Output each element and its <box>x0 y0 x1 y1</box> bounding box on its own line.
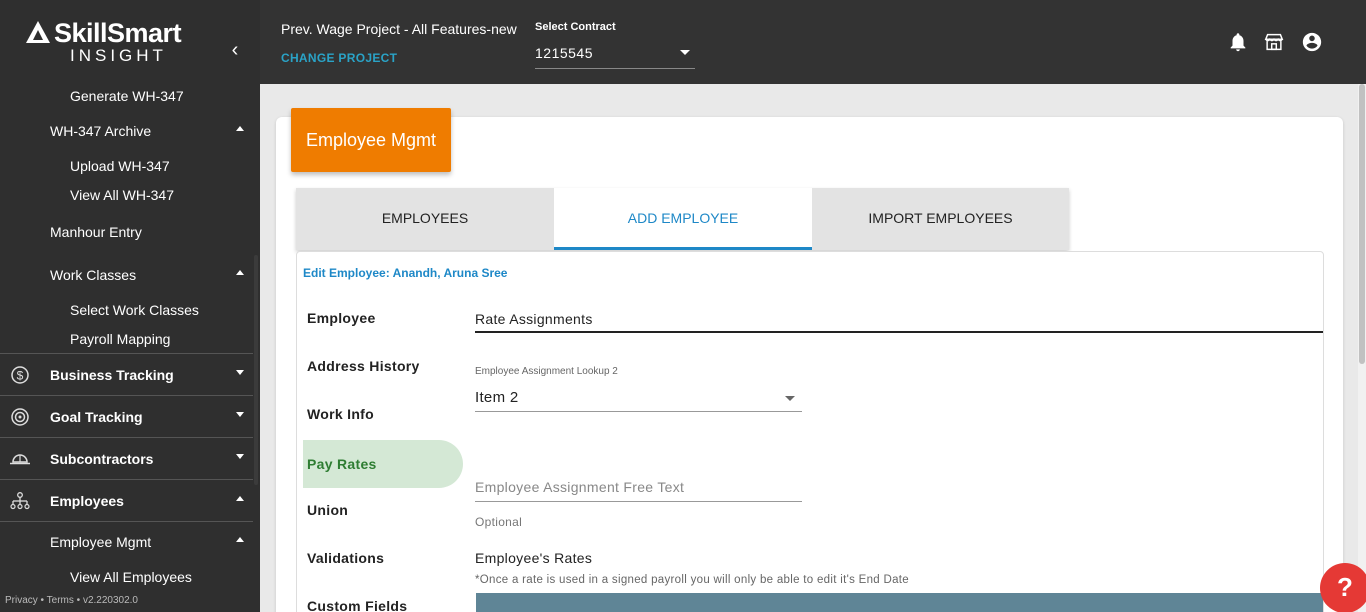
sidebar-item-label: Generate WH-347 <box>70 88 184 104</box>
store-icon[interactable] <box>1263 31 1285 53</box>
section-title: Rate Assignments <box>475 311 1323 333</box>
page-title-badge: Employee Mgmt <box>291 108 451 172</box>
chevron-up-icon <box>236 496 244 501</box>
sidebar-item-label: Work Classes <box>50 267 137 283</box>
rates-title: Employee's Rates <box>475 550 593 566</box>
free-text-helper: Optional <box>475 515 523 529</box>
chevron-down-icon <box>236 370 244 375</box>
account-icon[interactable] <box>1301 31 1323 53</box>
target-icon <box>11 408 29 426</box>
section-nav-employee[interactable]: Employee <box>303 294 463 342</box>
chevron-down-icon <box>680 50 690 55</box>
project-name: Prev. Wage Project - All Features-new <box>281 21 517 37</box>
sidebar: SkillSmart INSIGHT ‹ Generate WH-347 WH-… <box>0 0 260 612</box>
rates-table-header <box>476 593 1323 612</box>
change-project-link[interactable]: CHANGE PROJECT <box>281 51 397 65</box>
chevron-down-icon <box>236 412 244 417</box>
dollar-circle-icon: $ <box>11 366 29 384</box>
section-nav-union[interactable]: Union <box>303 486 463 534</box>
lookup-value: Item 2 <box>475 389 519 406</box>
section-nav-work-info[interactable]: Work Info <box>303 390 463 438</box>
collapse-sidebar-icon[interactable]: ‹ <box>226 38 244 62</box>
sidebar-item-label: Subcontractors <box>50 451 154 467</box>
assignment-free-text-input[interactable] <box>475 472 802 502</box>
logo-brand: SkillSmart <box>54 18 182 48</box>
divider <box>0 437 253 438</box>
main-scrollbar[interactable] <box>1358 84 1366 612</box>
svg-text:$: $ <box>17 369 24 383</box>
sidebar-item-label: Upload WH-347 <box>70 158 170 174</box>
sidebar-item-label: Goal Tracking <box>50 409 143 425</box>
divider <box>0 395 253 396</box>
sidebar-item-label: Employee Mgmt <box>50 534 152 550</box>
contract-label: Select Contract <box>535 21 616 33</box>
bell-icon[interactable] <box>1227 31 1249 53</box>
sidebar-scrollbar[interactable] <box>254 255 258 485</box>
tab-bar: EMPLOYEES ADD EMPLOYEE IMPORT EMPLOYEES <box>296 188 1069 250</box>
chevron-up-icon <box>236 126 244 131</box>
sidebar-item-label: WH-347 Archive <box>50 123 152 139</box>
sidebar-item-label: View All Employees <box>70 569 192 585</box>
divider <box>0 479 253 480</box>
section-nav-pay-rates[interactable]: Pay Rates <box>303 440 463 488</box>
chevron-up-icon <box>236 537 244 542</box>
tab-employees[interactable]: EMPLOYEES <box>296 188 554 250</box>
header: Prev. Wage Project - All Features-new CH… <box>260 0 1366 84</box>
rates-note: *Once a rate is used in a signed payroll… <box>475 574 909 586</box>
assignment-lookup-select[interactable]: Item 2 <box>475 385 802 412</box>
sidebar-item-label: Payroll Mapping <box>70 331 171 347</box>
sidebar-footer[interactable]: Privacy • Terms • v2.220302.0 <box>5 595 138 606</box>
contract-select[interactable]: 1215545 <box>535 38 695 69</box>
sidebar-item-label: View All WH-347 <box>70 187 175 203</box>
logo-triangle-icon <box>26 21 50 43</box>
logo[interactable]: SkillSmart INSIGHT <box>26 18 196 68</box>
edit-employee-title: Edit Employee: Anandh, Aruna Sree <box>303 266 508 280</box>
hardhat-icon <box>10 454 30 465</box>
contract-value: 1215545 <box>535 45 594 61</box>
divider <box>0 353 253 354</box>
chevron-down-icon <box>236 454 244 459</box>
help-button[interactable]: ? <box>1320 563 1366 612</box>
sidebar-item-label: Select Work Classes <box>70 302 199 318</box>
sidebar-item-label: Manhour Entry <box>50 224 142 240</box>
sidebar-item-label: Employees <box>50 493 124 509</box>
divider <box>0 521 253 522</box>
sidebar-item-label: Business Tracking <box>50 367 174 383</box>
tab-import-employees[interactable]: IMPORT EMPLOYEES <box>812 188 1069 250</box>
scrollbar-thumb[interactable] <box>1359 84 1365 364</box>
chevron-up-icon <box>236 270 244 275</box>
section-nav-address-history[interactable]: Address History <box>303 342 463 390</box>
logo-tagline: INSIGHT <box>70 46 167 65</box>
org-chart-icon <box>10 492 30 510</box>
section-nav-validations[interactable]: Validations <box>303 534 463 582</box>
lookup-label: Employee Assignment Lookup 2 <box>475 366 618 377</box>
tab-add-employee[interactable]: ADD EMPLOYEE <box>554 188 812 250</box>
section-nav-custom-fields[interactable]: Custom Fields <box>303 582 463 612</box>
chevron-down-icon <box>785 396 795 401</box>
